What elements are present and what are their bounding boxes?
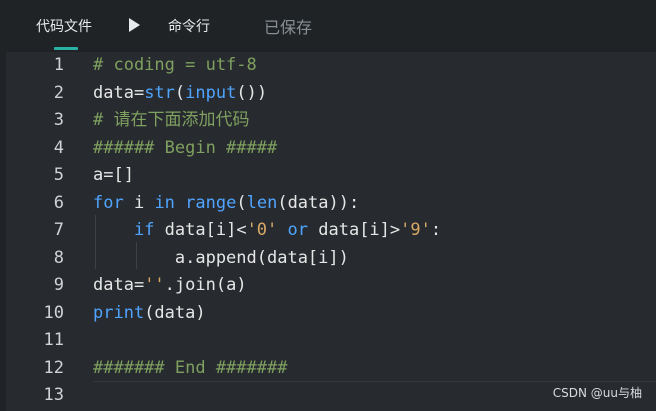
code-line[interactable]: for i in range(len(data)): [93,190,359,217]
code-token: (data) [144,302,206,323]
tab-command-line[interactable]: 命令行 [168,16,210,36]
code-token: data= [93,82,145,103]
code-token: len [246,192,278,213]
code-token: # 请在下面添加代码 [93,110,250,130]
line-number: 6 [53,192,64,213]
line-number: 4 [53,137,64,158]
code-token: (data)): [277,192,360,213]
code-token: : [430,220,442,240]
line-number: 10 [43,302,64,323]
line-number: 2 [53,82,64,103]
code-line[interactable]: print(data) [93,300,206,327]
code-token: '' [144,275,165,295]
code-line[interactable]: ###### Begin ##### [93,135,277,162]
line-number: 9 [53,275,64,295]
code-line[interactable]: data=''.join(a) [93,272,247,299]
code-editor[interactable]: 1 2 3 4 5 6 7 8 9 10 11 12 13 # coding = utf-8 data=s… [6,52,656,411]
code-token: # coding = utf-8 [93,55,257,75]
save-status: 已保存 [264,18,313,37]
code-area[interactable]: # coding = utf-8 data=str(input()) # 请在下面添… [93,52,653,411]
run-icon[interactable] [126,17,142,33]
code-token: range [185,192,237,213]
code-token: data= [93,275,145,295]
code-token: ()) [236,82,268,103]
code-line[interactable]: ####### End ####### [93,355,287,382]
watermark: CSDN @uu与柚 [552,386,642,400]
code-token: '0' [246,220,278,240]
code-line[interactable]: # coding = utf-8 [93,52,257,79]
code-token: input [185,82,237,103]
line-number: 8 [53,247,64,268]
code-line[interactable]: data=str(input()) [93,80,267,107]
code-token: .join(a) [164,275,247,295]
code-line[interactable]: if data[i]<'0' or data[i]>'9': [93,217,441,244]
code-token: or [287,220,309,240]
line-number: 7 [53,220,64,240]
code-token: i [123,192,155,213]
line-number: 5 [53,165,64,185]
tab-code-file[interactable]: 代码文件 [36,16,92,36]
code-token: '9' [400,220,431,240]
code-token: ###### Begin ##### [93,137,278,158]
code-line[interactable]: # 请在下面添加代码 [93,107,249,134]
code-token: print [93,302,145,323]
code-token: ( [174,82,186,103]
code-token: a.append(data[i]) [93,247,349,268]
line-number: 12 [43,357,64,378]
code-token: if [133,220,155,240]
line-number: 1 [53,55,64,75]
active-tab-indicator [54,47,78,50]
code-token: data[i]< [154,220,247,240]
line-number-gutter: 1 2 3 4 5 6 7 8 9 10 11 12 13 [6,52,78,411]
editor-toolbar: 代码文件 命令行 已保存 [0,0,656,52]
code-token: in [154,192,175,213]
code-line[interactable]: a=[] [93,162,134,189]
code-token: str [144,82,175,103]
line-number: 11 [43,330,64,350]
code-token: ( [236,192,247,213]
code-token: a=[] [93,165,134,185]
code-token: data[i]> [308,220,401,240]
code-token: ####### End ####### [93,357,288,378]
line-number: 13 [43,385,64,405]
code-token: for [93,192,124,213]
code-line[interactable]: a.append(data[i]) [93,245,349,272]
line-number: 3 [53,110,64,130]
